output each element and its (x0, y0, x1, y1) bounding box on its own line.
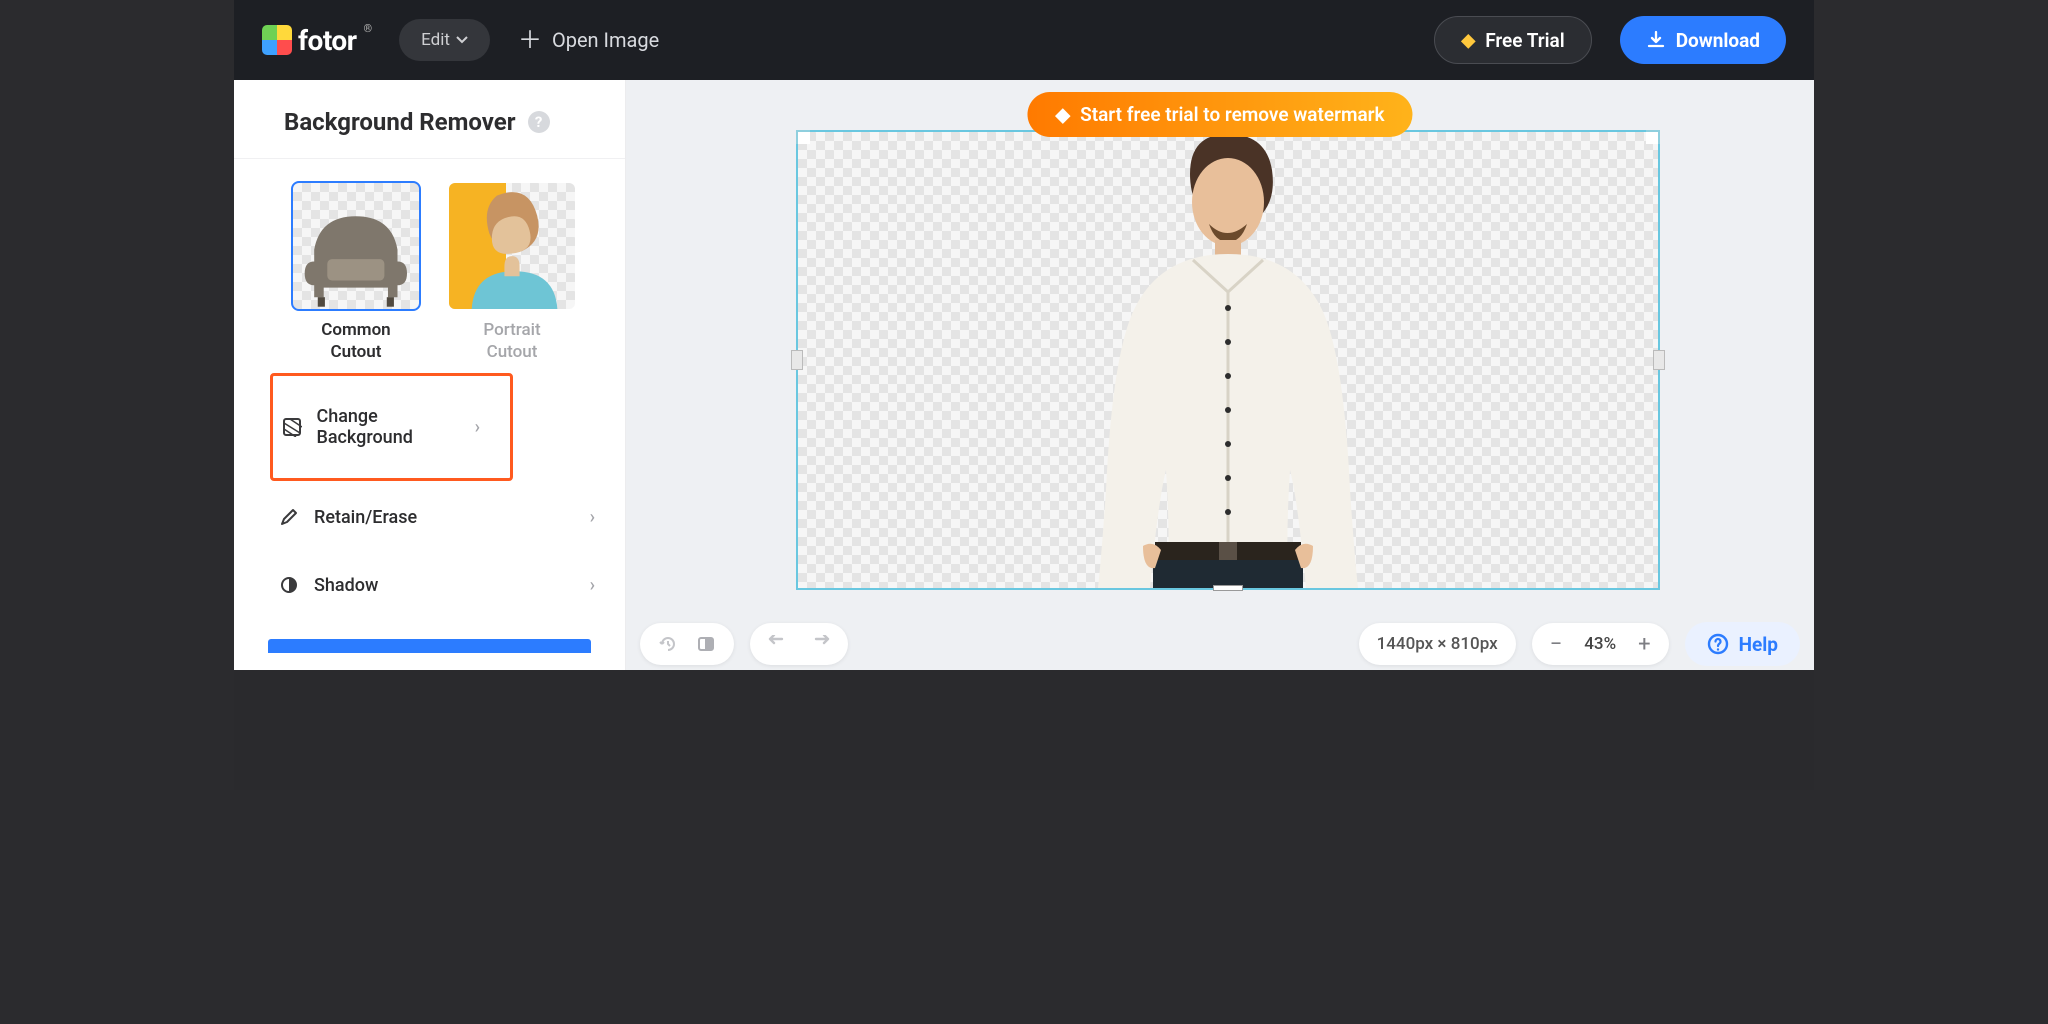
logo-mark-icon (262, 25, 292, 55)
zoom-out-button[interactable]: − (1550, 632, 1563, 657)
plus-icon: ＋ (518, 28, 542, 52)
help-icon[interactable]: ? (528, 111, 550, 133)
app-header: fotor ® Edit ＋ Open Image ◆ Free Trial D… (234, 0, 1814, 80)
download-label: Download (1676, 29, 1760, 52)
free-trial-button[interactable]: ◆ Free Trial (1434, 16, 1591, 64)
option-shadow[interactable]: Shadow › (234, 551, 625, 619)
apply-button-partial[interactable] (268, 639, 591, 653)
option-label: Change Background (316, 406, 474, 448)
option-change-background[interactable]: Change Background › (270, 373, 513, 481)
brand-text: fotor (298, 24, 357, 57)
edit-dropdown[interactable]: Edit (399, 19, 490, 61)
image-stage[interactable] (796, 130, 1660, 590)
zoom-pill: − 43% + (1532, 623, 1669, 665)
help-button[interactable]: Help (1685, 622, 1800, 666)
thumb-common-cutout[interactable]: CommonCutout (292, 183, 420, 363)
chevron-right-icon: › (590, 507, 595, 528)
crop-handle-right[interactable] (1653, 350, 1665, 370)
open-image-label: Open Image (552, 28, 659, 52)
download-button[interactable]: Download (1620, 16, 1786, 64)
crop-handle-tl[interactable] (796, 130, 810, 144)
thumb-portrait-cutout[interactable]: PortraitCutout (448, 183, 576, 363)
shadow-icon (278, 575, 300, 595)
help-label: Help (1739, 633, 1778, 656)
diamond-icon: ◆ (1055, 103, 1070, 126)
free-trial-label: Free Trial (1485, 29, 1565, 52)
cutout-mode-thumbs: CommonCutout (234, 159, 625, 363)
registered-icon: ® (364, 22, 373, 35)
option-label: Retain/Erase (314, 507, 417, 528)
thumb-label: PortraitCutout (483, 319, 540, 363)
app-body: Background Remover ? CommonCutout (234, 80, 1814, 670)
undo-icon[interactable] (768, 635, 790, 653)
zoom-percent: 43% (1584, 634, 1616, 654)
chevron-right-icon: › (475, 417, 480, 438)
chevron-down-icon (456, 36, 468, 44)
brand-logo[interactable]: fotor ® (262, 24, 371, 57)
background-icon (281, 417, 302, 437)
canvas-bottom-bar: 1440px × 810px − 43% + Help (626, 618, 1814, 670)
page-footer-band (234, 670, 1814, 790)
subject-person (1073, 128, 1383, 588)
dimensions-pill: 1440px × 810px (1359, 623, 1516, 665)
crop-handle-left[interactable] (791, 350, 803, 370)
portrait-icon (449, 183, 575, 309)
diamond-icon: ◆ (1461, 30, 1475, 51)
open-image-button[interactable]: ＋ Open Image (518, 28, 659, 52)
sidebar-title-row: Background Remover ? (234, 80, 625, 159)
app-frame: fotor ® Edit ＋ Open Image ◆ Free Trial D… (234, 0, 1814, 790)
canvas-area: ◆ Start free trial to remove watermark (626, 80, 1814, 670)
pencil-icon (278, 507, 300, 527)
sidebar-title: Background Remover (284, 108, 516, 136)
crop-handle-tr[interactable] (1646, 130, 1660, 144)
history-icon[interactable] (658, 634, 678, 654)
chevron-right-icon: › (590, 575, 595, 596)
armchair-icon (293, 183, 419, 309)
canvas-dimensions: 1440px × 810px (1377, 634, 1498, 654)
undo-redo-pill (750, 623, 848, 665)
redo-icon[interactable] (808, 635, 830, 653)
help-circle-icon (1707, 633, 1729, 655)
crop-handle-bottom[interactable] (1213, 585, 1243, 591)
history-pill (640, 623, 734, 665)
thumb-portrait-image (449, 183, 575, 309)
edit-label: Edit (421, 30, 450, 50)
option-retain-erase[interactable]: Retain/Erase › (234, 483, 625, 551)
thumb-common-image (293, 183, 419, 309)
option-label: Shadow (314, 575, 378, 596)
download-icon (1646, 30, 1666, 50)
zoom-in-button[interactable]: + (1638, 632, 1650, 657)
compare-icon[interactable] (696, 634, 716, 654)
thumb-label: CommonCutout (321, 319, 390, 363)
sidebar-options: Change Background › Retain/Erase › Shado… (234, 363, 625, 619)
sidebar: Background Remover ? CommonCutout (234, 80, 626, 670)
banner-text: Start free trial to remove watermark (1080, 103, 1384, 126)
watermark-banner[interactable]: ◆ Start free trial to remove watermark (1027, 92, 1412, 137)
